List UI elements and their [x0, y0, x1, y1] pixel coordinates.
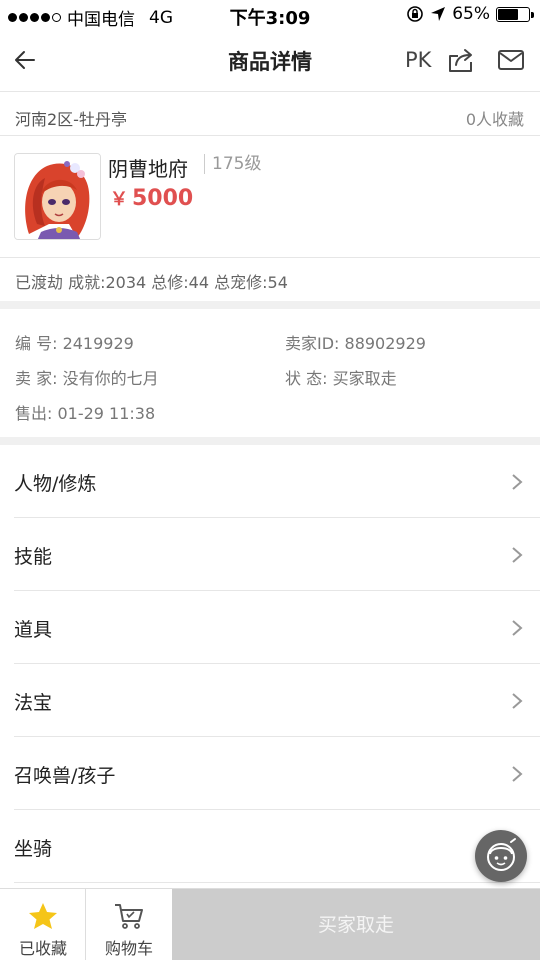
battery-percent: 65%	[452, 4, 490, 24]
listing-info: 编 号: 2419929 卖家ID: 88902929 卖 家: 没有你的七月 …	[0, 309, 540, 437]
menu-item-items[interactable]: 道具	[14, 591, 540, 664]
favorite-label: 已收藏	[18, 939, 67, 958]
nav-bar: 商品详情 PK	[0, 30, 540, 92]
chevron-right-icon	[512, 766, 523, 782]
menu-item-label: 道具	[14, 619, 53, 641]
menu-item-label: 法宝	[14, 692, 53, 714]
favorite-button[interactable]: 已收藏	[0, 889, 86, 960]
currency-symbol: ￥	[110, 189, 128, 210]
battery-level	[498, 8, 518, 20]
location-arrow-icon	[431, 7, 446, 21]
menu-item-pets[interactable]: 召唤兽/孩子	[14, 737, 540, 810]
menu-item-treasures[interactable]: 法宝	[14, 664, 540, 737]
listing-id: 编 号: 2419929	[15, 334, 134, 353]
character-name: 阴曹地府	[108, 157, 188, 181]
section-separator	[0, 437, 540, 445]
character-summary: 阴曹地府 175级 ￥ 5000	[0, 136, 540, 258]
cart-button[interactable]: 购物车	[86, 889, 172, 960]
chevron-right-icon	[512, 474, 523, 490]
battery-icon	[496, 6, 534, 22]
menu-item-label: 坐骑	[14, 838, 53, 860]
chevron-right-icon	[512, 620, 523, 636]
cart-icon	[115, 904, 143, 929]
buy-button[interactable]: 买家取走	[172, 889, 540, 960]
pk-button[interactable]: PK	[405, 48, 431, 72]
seller-id: 卖家ID: 88902929	[285, 334, 426, 353]
chevron-right-icon	[512, 547, 523, 563]
sold-time: 售出: 01-29 11:38	[15, 404, 156, 423]
menu-item-label: 人物/修炼	[14, 473, 97, 495]
price: ￥ 5000	[110, 185, 193, 211]
star-icon	[29, 903, 57, 929]
server-row: 河南2区-牡丹亭 0人收藏	[0, 92, 540, 136]
menu-item-mounts[interactable]: 坐骑	[14, 810, 540, 883]
mail-icon[interactable]	[497, 49, 525, 71]
share-icon[interactable]	[447, 47, 475, 73]
character-stats: 已渡劫 成就:2034 总修:44 总宠修:54	[15, 273, 288, 292]
status-right: 65%	[406, 4, 534, 24]
customer-service-button[interactable]	[475, 830, 527, 882]
character-portrait-image	[15, 154, 100, 239]
seller-name: 卖 家: 没有你的七月	[15, 369, 159, 388]
customer-service-icon	[487, 838, 516, 871]
bottom-action-bar: 已收藏 购物车 买家取走	[0, 888, 540, 960]
menu-item-skills[interactable]: 技能	[14, 518, 540, 591]
server-name: 河南2区-牡丹亭	[15, 110, 127, 129]
character-level: 175级	[204, 154, 261, 174]
character-avatar[interactable]	[14, 153, 101, 240]
section-separator	[0, 301, 540, 309]
menu-item-label: 召唤兽/孩子	[14, 765, 116, 787]
chevron-right-icon	[512, 693, 523, 709]
menu-item-character[interactable]: 人物/修炼	[14, 445, 540, 518]
price-value: 5000	[132, 186, 194, 211]
menu-item-label: 技能	[14, 546, 53, 568]
status-bar: 中国电信 4G 下午3:09 65%	[0, 0, 540, 30]
orientation-lock-icon	[407, 6, 424, 22]
cart-label: 购物车	[104, 939, 153, 958]
favorite-count: 0人收藏	[465, 110, 524, 129]
listing-status: 状 态: 买家取走	[285, 369, 397, 388]
